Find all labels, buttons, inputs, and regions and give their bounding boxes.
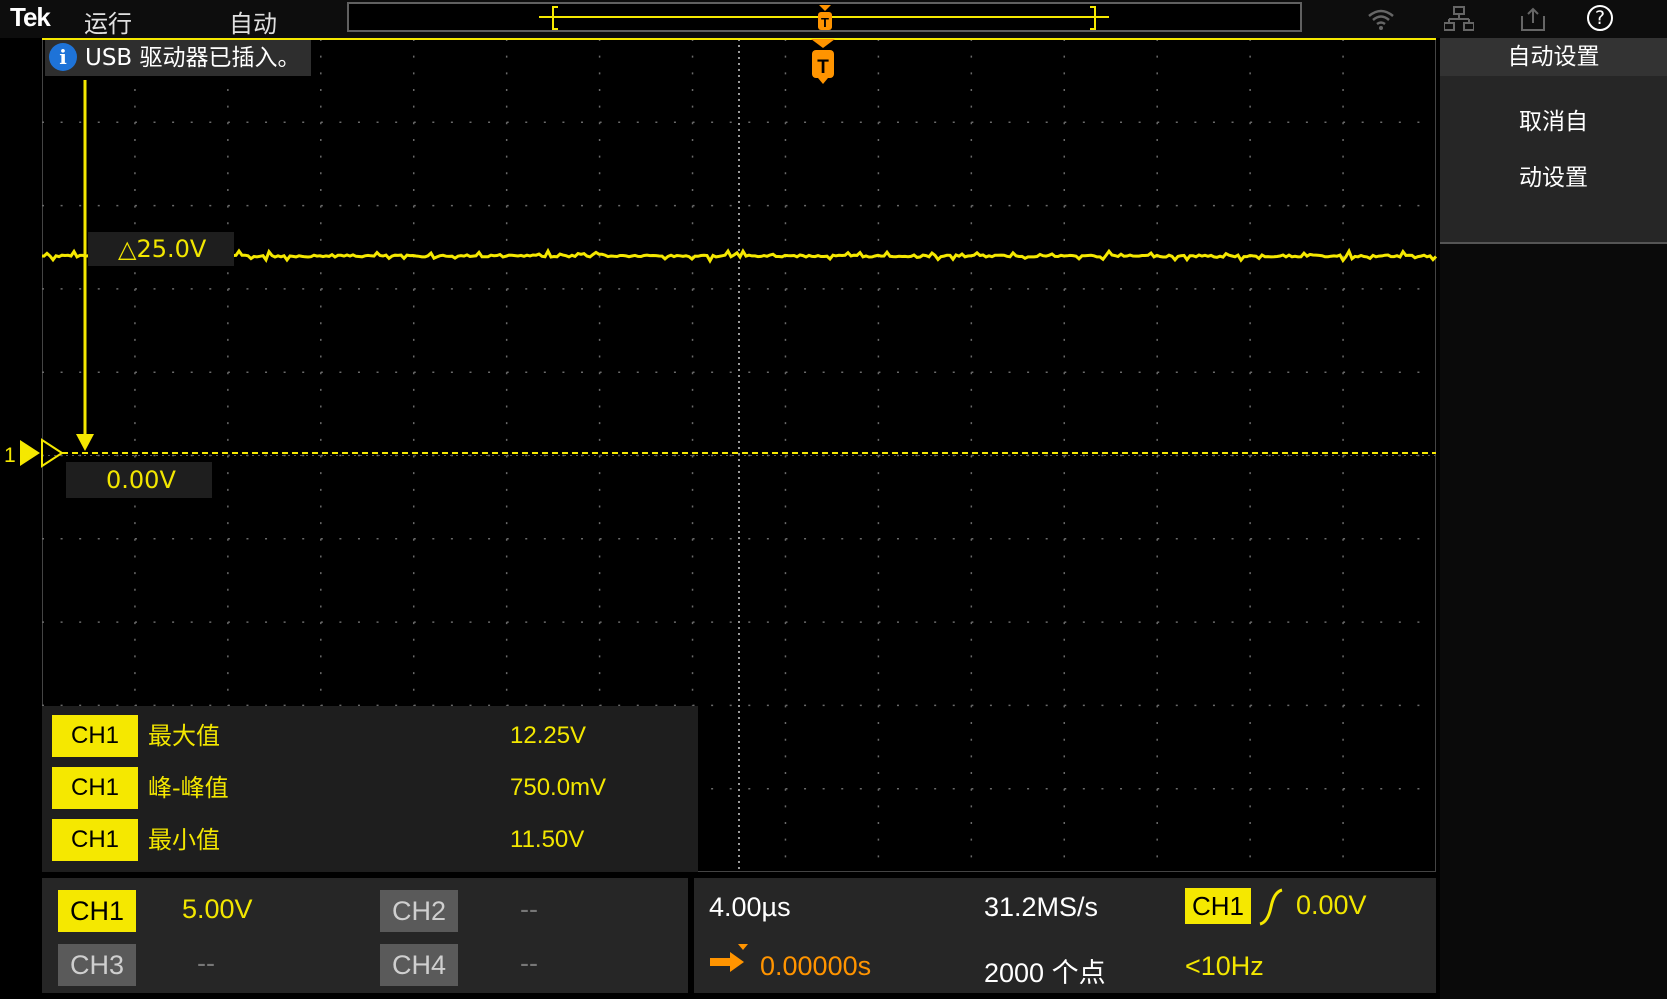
horizontal-trigger-panel: 4.00µs 31.2MS/s 0.00000s 2000 个点 CH1 0.0… — [694, 878, 1436, 993]
ch1-offset-marker — [20, 440, 40, 466]
measurement-value: 12.25V — [510, 722, 587, 749]
ch4-badge[interactable]: CH4 — [380, 944, 458, 986]
measurement-row[interactable]: CH1 最小值 11.50V — [52, 819, 692, 861]
info-icon: i — [49, 43, 77, 71]
measurement-name: 峰-峰值 — [148, 774, 229, 802]
ch1-scale[interactable]: 5.00V — [182, 894, 253, 925]
autoset-panel: 自动设置 取消自 动设置 — [1440, 38, 1667, 999]
measurement-value: 750.0mV — [510, 774, 607, 801]
horizontal-position-icon — [710, 944, 748, 972]
trigger-position-label: T — [817, 57, 829, 78]
help-icon[interactable]: ? — [1587, 5, 1613, 31]
measurement-row[interactable]: CH1 峰-峰值 750.0mV — [52, 767, 692, 809]
undo-autoset-button[interactable]: 取消自 动设置 — [1440, 76, 1667, 244]
channel-status-panel: CH1 5.00V CH2 -- CH3 -- CH4 -- — [42, 878, 688, 993]
usb-notification[interactable]: i USB 驱动器已插入。 — [45, 40, 311, 76]
measurement-name: 最小值 — [148, 826, 220, 854]
ch1-badge[interactable]: CH1 — [58, 890, 136, 932]
horizontal-scale[interactable]: 4.00µs — [709, 892, 791, 923]
delta-readout: △25.0V — [88, 232, 234, 266]
measurement-row[interactable]: CH1 最大值 12.25V — [52, 715, 692, 757]
ch3-badge[interactable]: CH3 — [58, 944, 136, 986]
ch4-scale: -- — [520, 948, 538, 978]
trigger-position-arrow — [811, 39, 835, 48]
trigger-frequency: <10Hz — [1185, 951, 1264, 981]
trigger-source-badge[interactable]: CH1 — [1185, 888, 1251, 924]
measurement-name: 最大值 — [148, 722, 220, 750]
measurement-source: CH1 — [52, 819, 138, 861]
undo-autoset-label-line2: 动设置 — [1519, 165, 1588, 191]
record-length: 2000 个点 — [984, 958, 1106, 988]
ch2-scale: -- — [520, 894, 538, 924]
measurement-source: CH1 — [52, 767, 138, 809]
delta-cursor-arrow — [76, 434, 94, 451]
measurement-value: 11.50V — [510, 826, 585, 853]
export-icon[interactable] — [1518, 6, 1548, 32]
ch1-marker-label: 1 — [4, 444, 16, 467]
ch1-offset-readout: 0.00V — [66, 462, 212, 498]
trigger-level[interactable]: 0.00V — [1296, 890, 1367, 921]
autoset-title: 自动设置 — [1440, 38, 1667, 76]
measurement-source: CH1 — [52, 715, 138, 757]
ch3-scale: -- — [197, 948, 215, 978]
ch2-offset-marker — [41, 438, 64, 468]
rising-edge-icon — [1259, 888, 1283, 926]
undo-autoset-label-line1: 取消自 — [1519, 109, 1588, 135]
notification-text: USB 驱动器已插入。 — [85, 45, 301, 71]
ch2-badge[interactable]: CH2 — [380, 890, 458, 932]
ch1-trace — [41, 247, 1438, 264]
network-icon — [1444, 6, 1474, 31]
measurement-panel: CH1 最大值 12.25V CH1 峰-峰值 750.0mV CH1 最小值 … — [42, 706, 698, 872]
horizontal-position[interactable]: 0.00000s — [760, 951, 871, 982]
sample-rate: 31.2MS/s — [984, 892, 1099, 922]
